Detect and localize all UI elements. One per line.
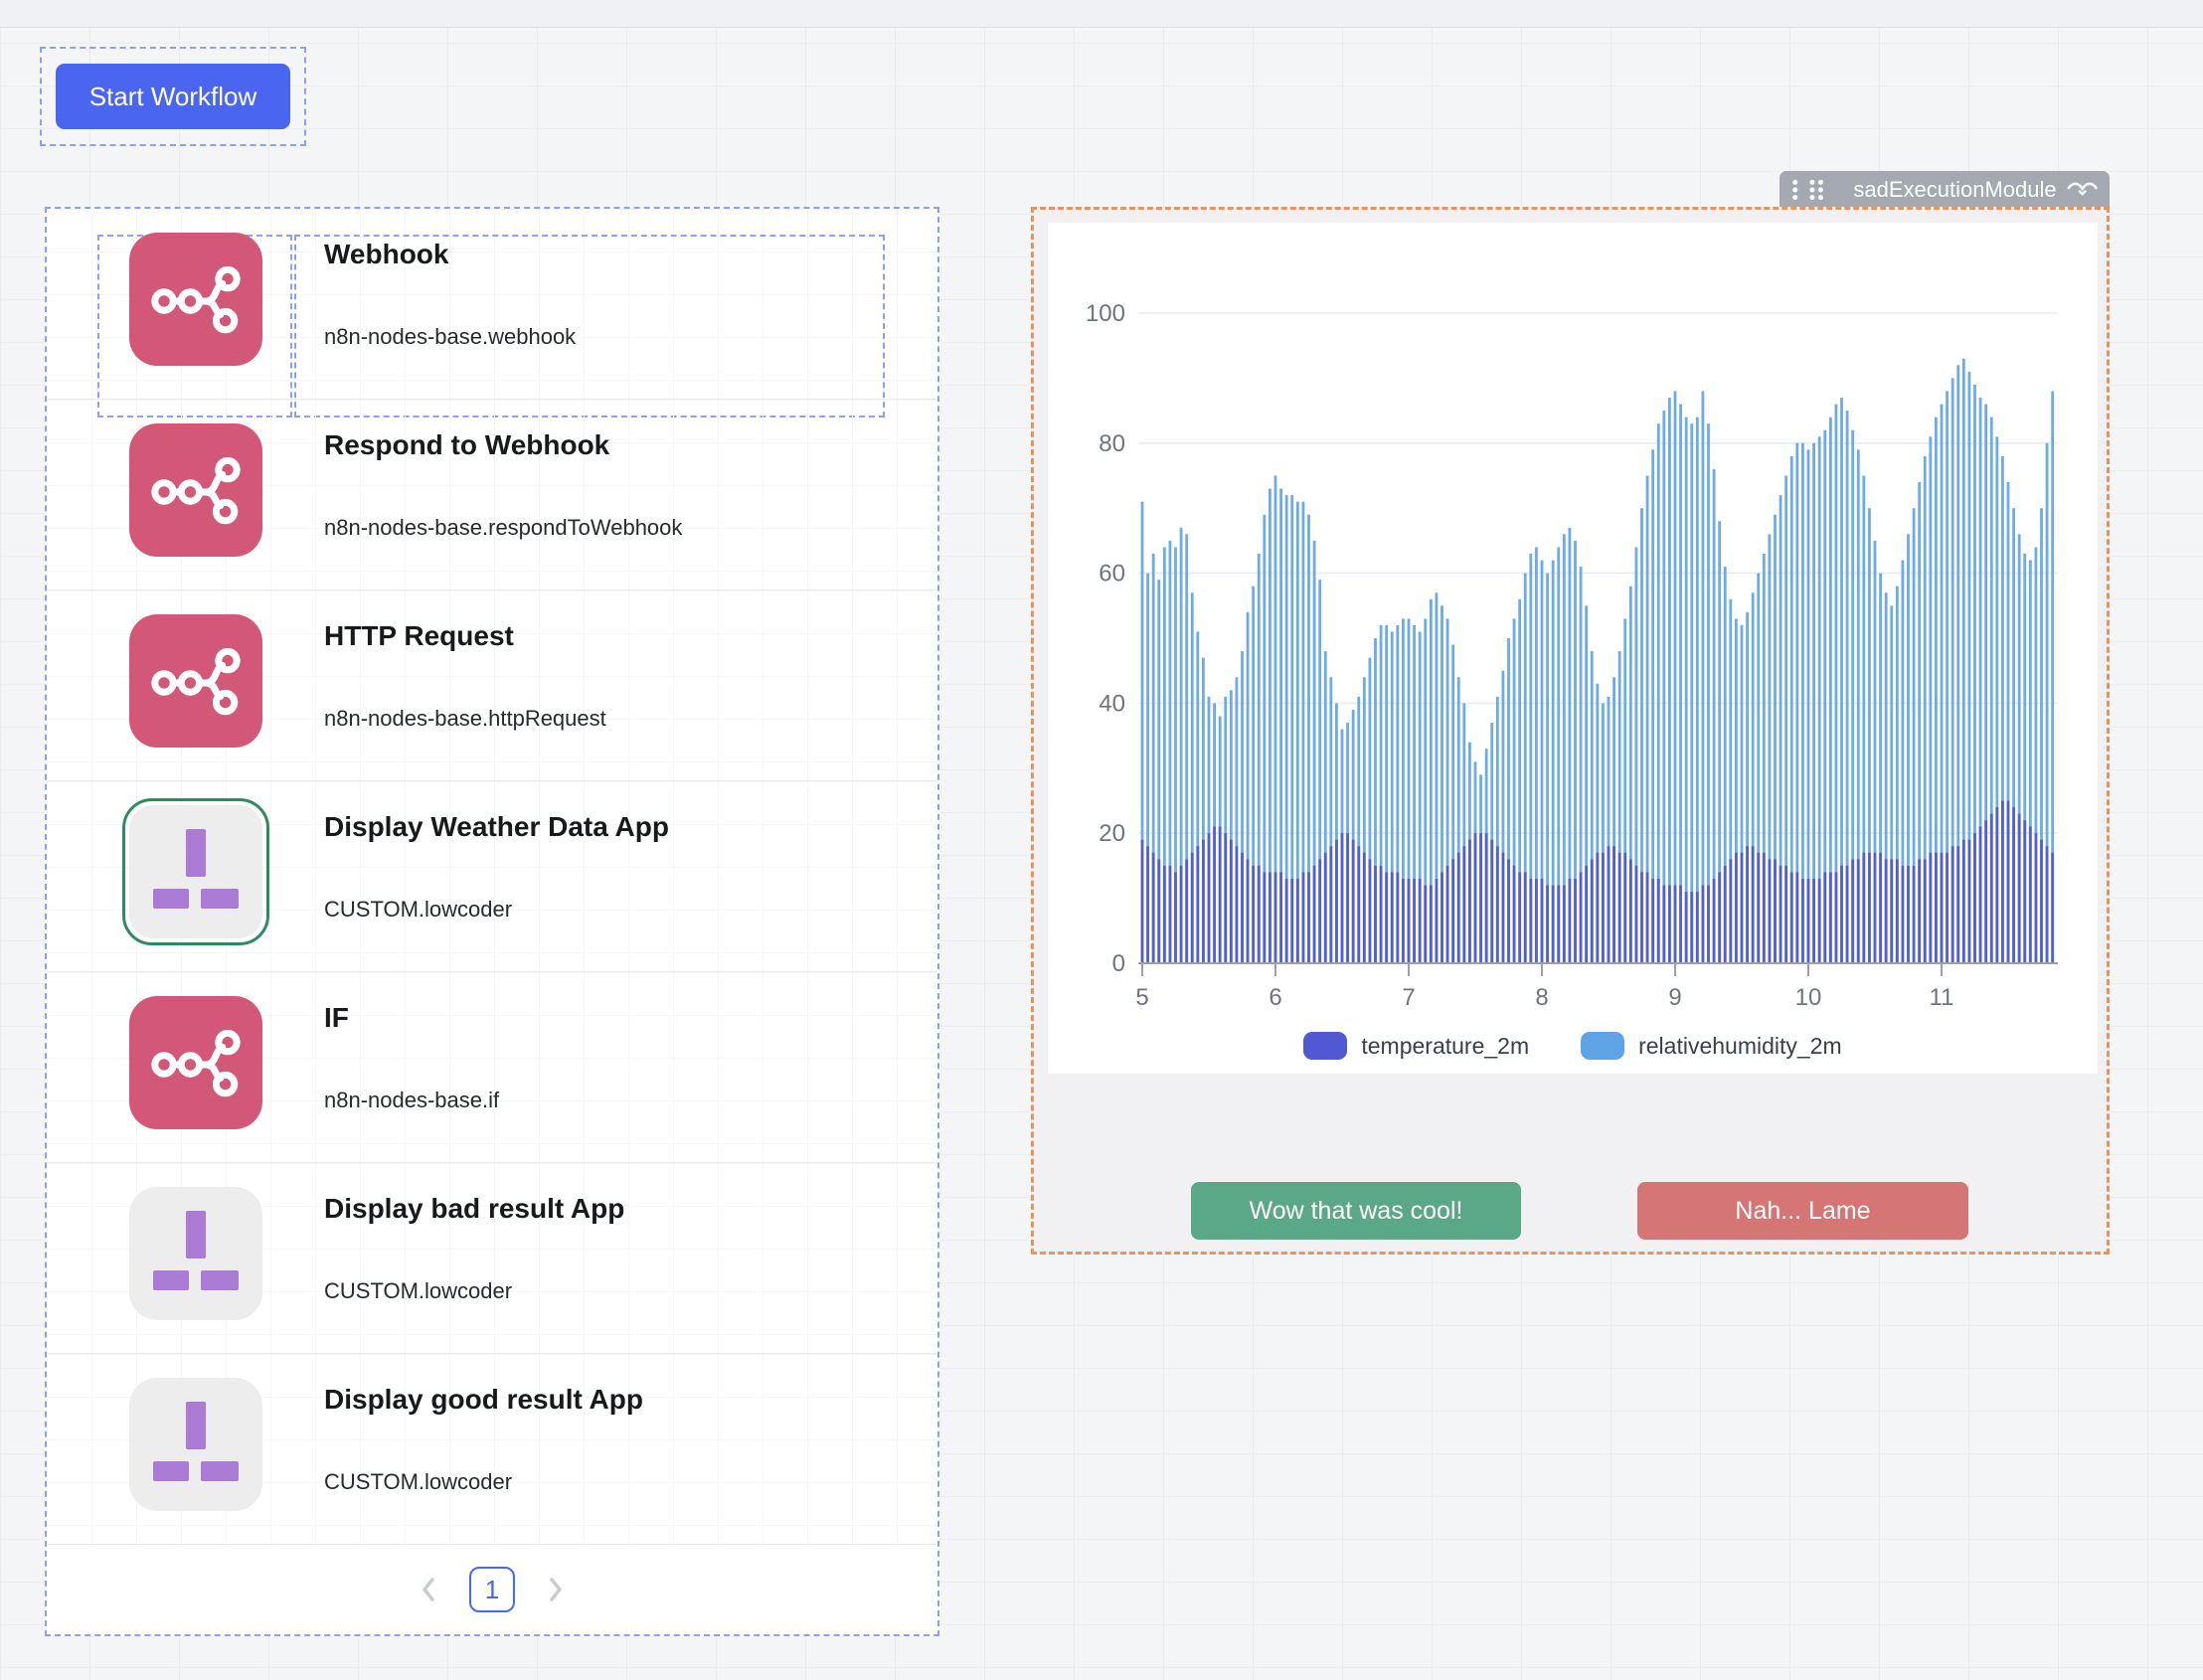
legend-label: temperature_2m <box>1361 1033 1529 1060</box>
list-item-title: Display Weather Data App <box>324 811 669 843</box>
n8n-node-icon-cell[interactable] <box>129 423 262 557</box>
list-item-subtitle: CUSTOM.lowcoder <box>324 897 512 923</box>
svg-text:40: 40 <box>1099 690 1125 717</box>
lowcoder-app-icon-cell[interactable] <box>129 1378 262 1511</box>
n8n-node-icon-cell[interactable] <box>129 233 262 366</box>
module-tag[interactable]: sadExecutionModule <box>1779 171 2110 208</box>
list-item-subtitle: n8n-nodes-base.respondToWebhook <box>324 515 682 541</box>
weather-chart-svg: 0 20 40 60 80 100 5 6 7 8 9 10 11 <box>1048 223 2098 1018</box>
svg-text:80: 80 <box>1099 430 1125 457</box>
list-item[interactable]: Display good result App CUSTOM.lowcoder <box>47 1354 937 1545</box>
n8n-node-icon <box>129 996 262 1129</box>
previous-page-icon[interactable] <box>418 1575 439 1604</box>
svg-text:9: 9 <box>1668 984 1681 1011</box>
chart-legend: temperature_2m relativehumidity_2m <box>1048 1026 2098 1066</box>
lowcoder-app-icon <box>129 1187 262 1320</box>
module-wings-icon <box>2066 178 2100 202</box>
list-item-title: HTTP Request <box>324 620 514 652</box>
list-item-title: IF <box>324 1002 349 1034</box>
drag-handle-icon[interactable] <box>1789 178 1844 202</box>
svg-text:8: 8 <box>1535 984 1548 1011</box>
legend-swatch <box>1303 1032 1347 1060</box>
lowcoder-app-icon <box>129 1378 262 1511</box>
list-item-subtitle: CUSTOM.lowcoder <box>324 1469 512 1495</box>
list-item[interactable]: IF n8n-nodes-base.if <box>47 972 937 1163</box>
svg-text:0: 0 <box>1112 950 1125 977</box>
node-list-rows: Webhook n8n-nodes-base.webhook <box>47 209 937 1545</box>
list-item-title: Respond to Webhook <box>324 429 609 461</box>
svg-text:7: 7 <box>1402 984 1415 1011</box>
sad-execution-module: 0 20 40 60 80 100 5 6 7 8 9 10 11 temperature_2m rela… <box>1031 207 2110 1255</box>
svg-text:6: 6 <box>1269 984 1281 1011</box>
list-item-title: Display bad result App <box>324 1193 624 1225</box>
n8n-node-icon-cell[interactable] <box>129 996 262 1129</box>
legend-label: relativehumidity_2m <box>1638 1033 1842 1060</box>
list-item[interactable]: Respond to Webhook n8n-nodes-base.respon… <box>47 400 937 590</box>
svg-text:20: 20 <box>1099 820 1125 847</box>
list-item[interactable]: Display Weather Data App CUSTOM.lowcoder <box>47 781 937 972</box>
n8n-node-icon <box>129 423 262 557</box>
legend-item-temperature_2m[interactable]: temperature_2m <box>1303 1032 1529 1060</box>
start-workflow-button[interactable]: Start Workflow <box>56 64 290 129</box>
lame-button[interactable]: Nah... Lame <box>1637 1182 1968 1240</box>
list-item[interactable]: Webhook n8n-nodes-base.webhook <box>47 209 937 400</box>
list-item-subtitle: n8n-nodes-base.if <box>324 1088 499 1113</box>
workflow-node-list[interactable]: Webhook n8n-nodes-base.webhook <box>45 207 939 1636</box>
module-tag-label: sadExecutionModule <box>1853 177 2056 203</box>
n8n-node-icon <box>129 233 262 366</box>
list-item[interactable]: HTTP Request n8n-nodes-base.httpRequest <box>47 590 937 781</box>
svg-text:5: 5 <box>1135 984 1148 1011</box>
legend-item-relativehumidity_2m[interactable]: relativehumidity_2m <box>1581 1032 1842 1060</box>
svg-text:60: 60 <box>1099 561 1125 588</box>
weather-chart-card: 0 20 40 60 80 100 5 6 7 8 9 10 11 temperature_2m rela… <box>1048 223 2098 1074</box>
list-item-subtitle: n8n-nodes-base.webhook <box>324 324 576 350</box>
list-item[interactable]: Display bad result App CUSTOM.lowcoder <box>47 1163 937 1354</box>
cool-button[interactable]: Wow that was cool! <box>1191 1182 1521 1240</box>
next-page-icon[interactable] <box>545 1575 567 1604</box>
list-item-title: Display good result App <box>324 1384 643 1416</box>
n8n-node-icon-cell[interactable] <box>129 614 262 748</box>
lowcoder-app-icon-cell[interactable] <box>129 1187 262 1320</box>
list-item-subtitle: n8n-nodes-base.httpRequest <box>324 706 606 732</box>
svg-text:11: 11 <box>1930 984 1954 1011</box>
top-band <box>0 0 2203 28</box>
editor-canvas: Start Workflow <box>0 0 2203 1680</box>
pagination: 1 <box>47 1555 937 1624</box>
n8n-node-icon <box>129 614 262 748</box>
lowcoder-app-icon <box>129 805 262 938</box>
lowcoder-app-icon-cell[interactable] <box>122 798 269 945</box>
svg-text:100: 100 <box>1086 300 1125 327</box>
legend-swatch <box>1581 1032 1624 1060</box>
start-workflow-selection-outline: Start Workflow <box>40 47 306 146</box>
list-item-subtitle: CUSTOM.lowcoder <box>324 1278 512 1304</box>
svg-text:10: 10 <box>1795 984 1822 1011</box>
list-item-title: Webhook <box>324 239 448 270</box>
page-number-button[interactable]: 1 <box>469 1567 515 1612</box>
